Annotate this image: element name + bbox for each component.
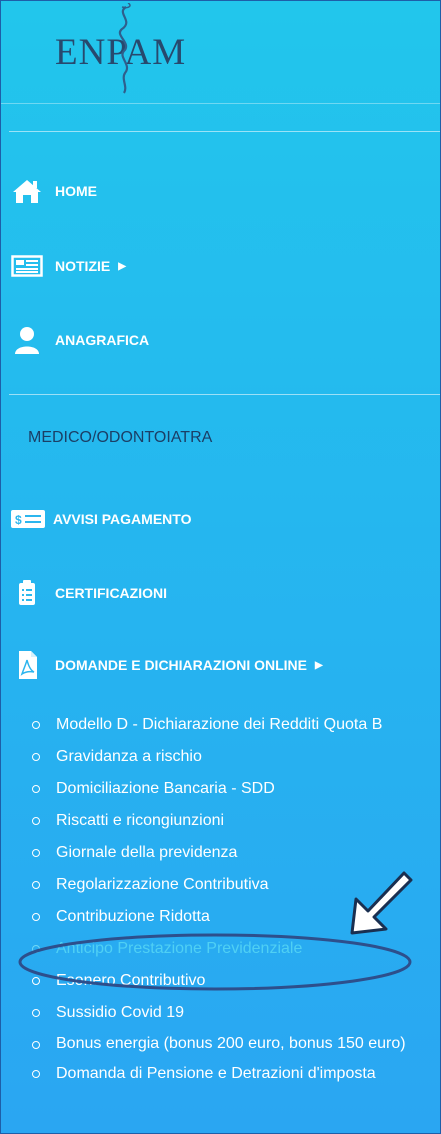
caduceus-logo-icon [118,3,131,94]
submenu-item-domanda-pensione[interactable]: Domanda di Pensione e Detrazioni d'impos… [31,1058,440,1090]
home-icon [11,177,45,205]
caret-right-icon: ▶ [315,659,323,671]
submenu-item-contribuzione-ridotta[interactable]: Contribuzione Ridotta [31,901,440,933]
clipboard-icon [11,579,45,607]
divider [9,394,440,395]
submenu-item-sussidio-covid[interactable]: Sussidio Covid 19 [31,997,440,1029]
submenu-item-riscatti[interactable]: Riscatti e ricongiunzioni [31,805,440,837]
submenu-item-anticipo-prestazione[interactable]: Anticipo Prestazione Previdenziale [31,933,440,965]
menu-item-label: NOTIZIE [55,258,111,274]
submenu-item-regolarizzazione[interactable]: Regolarizzazione Contributiva [31,869,440,901]
pdf-document-icon [11,651,45,679]
menu-item-domande[interactable]: DOMANDE E DICHIARAZIONI ONLINE ▶ [11,651,323,679]
menu-item-label: AVVISI PAGAMENTO [53,511,192,527]
newspaper-icon [11,252,45,280]
payment-slip-symbol: $ [15,513,22,527]
submenu-item-giornale[interactable]: Giornale della previdenza [31,837,440,869]
menu-item-notizie[interactable]: NOTIZIE ▶ [11,252,126,280]
menu-item-label: CERTIFICAZIONI [55,585,167,601]
submenu-item-esonero[interactable]: Esonero Contributivo [31,965,440,997]
menu-item-label: DOMANDE E DICHIARAZIONI ONLINE [55,657,307,673]
menu-item-certificazioni[interactable]: CERTIFICAZIONI [11,579,167,607]
submenu-item-modello-d[interactable]: Modello D - Dichiarazione dei Redditi Qu… [31,709,440,741]
menu-item-avvisi-pagamento[interactable]: $ AVVISI PAGAMENTO [11,505,191,533]
payment-slip-icon: $ [11,505,45,533]
menu-item-label: HOME [55,183,97,199]
menu-item-label: ANAGRAFICA [55,332,150,348]
submenu-item-bonus-energia[interactable]: Bonus energia (bonus 200 euro, bonus 150… [31,1029,440,1058]
submenu-item-domiciliazione[interactable]: Domiciliazione Bancaria - SDD [31,773,440,805]
menu-item-anagrafica[interactable]: ANAGRAFICA [11,326,149,354]
divider [1,103,440,104]
caret-right-icon: ▶ [118,260,126,272]
divider [9,131,440,132]
submenu-list: Modello D - Dichiarazione dei Redditi Qu… [31,709,440,1090]
menu-item-home[interactable]: HOME [11,177,97,205]
logo-bar: ENPAM [1,1,440,104]
user-icon [11,326,45,354]
sidebar-panel: ENPAM HOME NOTIZIE ▶ ANAGRAFICA MEDICO/O… [0,0,441,1134]
section-title: MEDICO/ODONTOIATRA [28,429,213,446]
submenu-item-gravidanza[interactable]: Gravidanza a rischio [31,741,440,773]
